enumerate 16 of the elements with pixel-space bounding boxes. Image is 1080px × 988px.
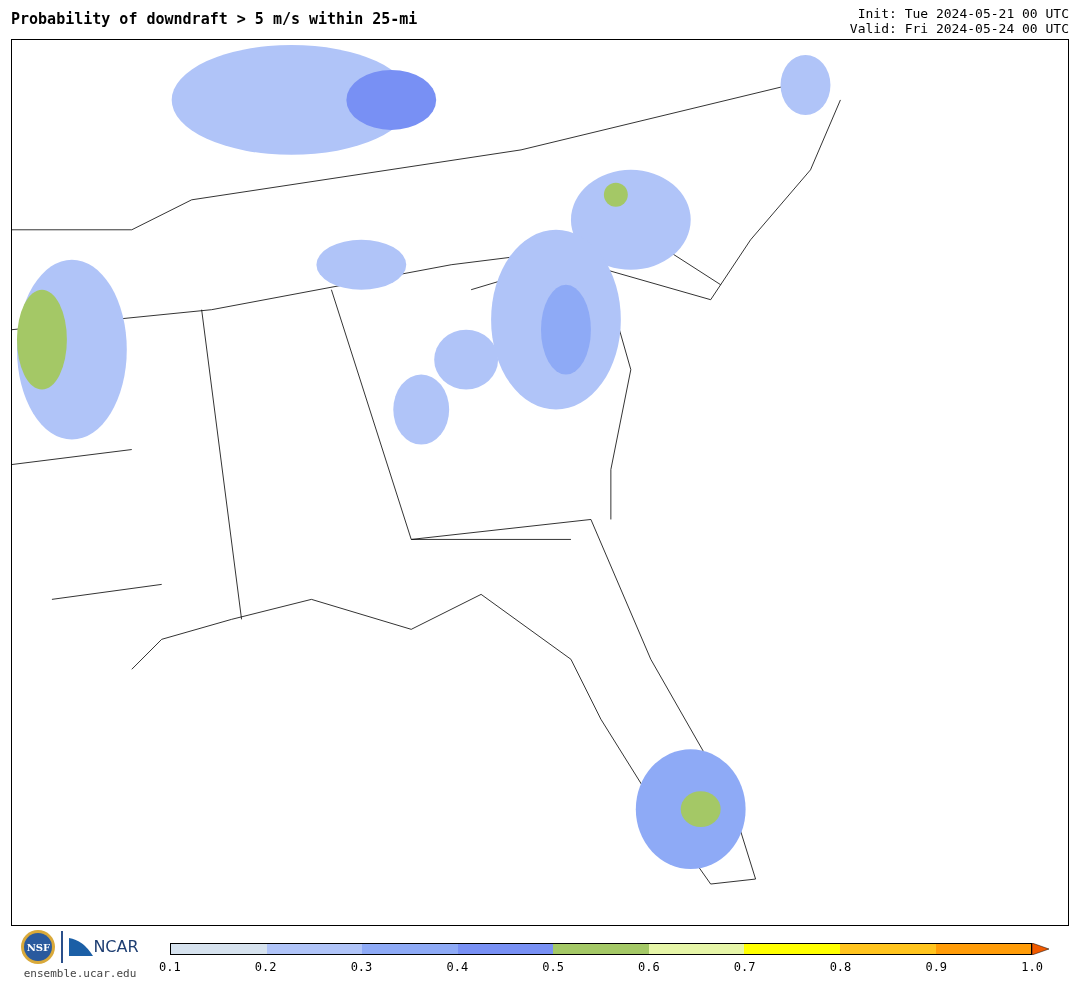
tick-label: 0.3 <box>349 961 374 973</box>
valid-time: Valid: Fri 2024-05-24 00 UTC <box>849 21 1069 36</box>
init-time: Init: Tue 2024-05-21 00 UTC <box>857 6 1069 21</box>
tick-label: 0.4 <box>445 961 470 973</box>
tick-label: 1.0 <box>1020 961 1044 973</box>
ncar-swoosh-icon <box>69 938 94 956</box>
chart-title: Probability of downdraft > 5 m/s within 25-mi <box>11 12 418 27</box>
ncar-logo: NCAR <box>93 939 139 955</box>
tick-label: 0.9 <box>924 961 949 973</box>
tick-label: 0.7 <box>732 961 757 973</box>
tick-label: 0.6 <box>637 961 661 973</box>
tick-label: 0.2 <box>253 961 278 973</box>
tick-label: 0.8 <box>828 961 853 973</box>
site-url: ensemble.ucar.edu <box>23 966 137 982</box>
nsf-logo: NSF <box>21 930 56 964</box>
tick-label: 0.5 <box>541 961 565 973</box>
